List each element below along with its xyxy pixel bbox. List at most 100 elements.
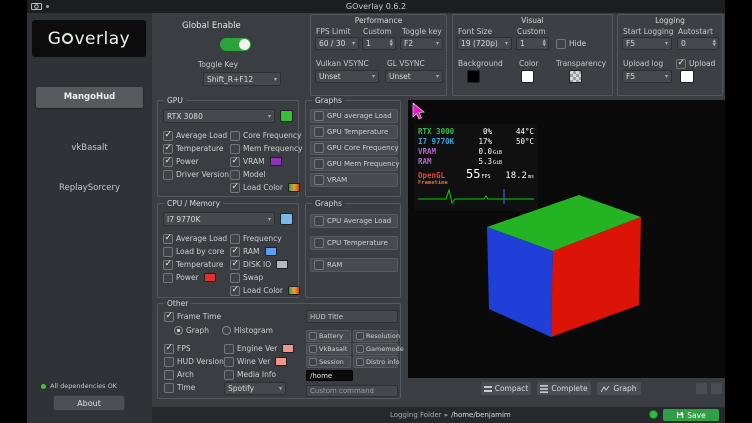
spin-buttons[interactable]: ▲▼ [713, 40, 716, 48]
checkbox-engine-ver[interactable]: Engine Ver [224, 342, 294, 355]
checkbox-box[interactable] [163, 260, 173, 270]
graph-radio[interactable]: Graph [174, 324, 209, 337]
checkbox-battery[interactable]: Battery [306, 330, 351, 342]
checkbox-box[interactable] [163, 273, 173, 283]
gpu-device-select[interactable]: RTX 3080 ▾ [163, 109, 275, 123]
sidebar-item-vkbasalt[interactable]: vkBasalt [27, 143, 152, 153]
radio-button[interactable] [222, 326, 231, 335]
checkbox-box[interactable] [164, 370, 174, 380]
vulkan-vsync-select[interactable]: Unset ▾ [315, 70, 379, 83]
color-swatch[interactable] [270, 157, 282, 166]
checkbox-wine-ver[interactable]: Wine Ver [224, 355, 294, 368]
color-swatch[interactable] [282, 344, 294, 353]
color-swatch[interactable] [288, 286, 300, 295]
checkbox-box[interactable] [356, 345, 364, 353]
checkbox-box[interactable] [164, 312, 174, 322]
frame-time-checkbox[interactable]: Frame Time [164, 310, 221, 323]
checkbox-model[interactable]: Model [230, 168, 303, 181]
gpu-color-swatch[interactable] [280, 110, 293, 122]
sidebar-item-replaysorcery[interactable]: ReplaySorcery [27, 183, 152, 193]
spin-buttons[interactable]: ▲▼ [390, 40, 393, 48]
checkbox-session[interactable]: Session [306, 356, 351, 368]
checkbox-box[interactable] [224, 344, 234, 354]
hud-title-input[interactable] [306, 310, 398, 323]
checkbox-load-color[interactable]: Load Color [230, 181, 303, 194]
checkbox-box[interactable] [164, 357, 174, 367]
checkbox-gpu-core-frequency[interactable]: GPU Core Frequency [310, 141, 398, 155]
home-path-box[interactable]: /home [306, 370, 353, 381]
checkbox-ram[interactable]: RAM [230, 245, 300, 258]
checkbox-vkbasalt[interactable]: VkBasalt [306, 343, 351, 355]
checkbox-gpu-average-load[interactable]: GPU average Load [310, 109, 398, 123]
gl-vsync-select[interactable]: Unset ▾ [385, 70, 443, 83]
checkbox-box[interactable] [230, 170, 240, 180]
toggle-key-select[interactable]: Shift_R+F12 ▾ [203, 72, 281, 86]
checkbox-box[interactable] [314, 216, 324, 226]
compact-button[interactable]: Compact [480, 381, 532, 396]
checkbox-average-load[interactable]: Average Load [163, 129, 229, 142]
checkbox-cpu-average-load[interactable]: CPU Average Load [310, 214, 398, 228]
checkbox-load-color[interactable]: Load Color [230, 284, 300, 297]
logging-folder-value[interactable]: /home/benjamim [451, 411, 511, 419]
checkbox-box[interactable] [163, 144, 173, 154]
checkbox-box[interactable] [230, 273, 240, 283]
checkbox-box[interactable] [314, 159, 324, 169]
fps-toggle-key-select[interactable]: F2 ▾ [400, 37, 443, 50]
checkbox-box[interactable] [314, 111, 324, 121]
checkbox-box[interactable] [163, 247, 173, 257]
checkbox-vram[interactable]: VRAM [310, 173, 398, 187]
radio-button[interactable] [174, 326, 183, 335]
background-color-swatch[interactable] [467, 70, 480, 83]
upload-checkbox[interactable]: Upload [676, 57, 715, 70]
checkbox-fps[interactable]: FPS [164, 342, 224, 355]
histogram-radio[interactable]: Histogram [222, 324, 273, 337]
checkbox-box[interactable] [164, 344, 174, 354]
color-swatch[interactable] [275, 357, 287, 366]
checkbox-box[interactable] [314, 238, 324, 248]
checkbox-ram[interactable]: RAM [310, 258, 398, 272]
text-color-swatch[interactable] [521, 70, 534, 83]
checkbox-media-info[interactable]: Media Info [224, 368, 294, 381]
checkbox-distro-info[interactable]: Distro info [353, 356, 398, 368]
checkbox-box[interactable] [556, 39, 566, 49]
start-logging-select[interactable]: F5 ▾ [622, 37, 672, 50]
checkbox-box[interactable] [314, 127, 324, 137]
checkbox-box[interactable] [314, 143, 324, 153]
checkbox-load-by-core[interactable]: Load by core [163, 245, 227, 258]
font-size-select[interactable]: 19 (720p) ▾ [457, 37, 512, 50]
upload-target-button[interactable] [680, 70, 694, 83]
spin-buttons[interactable]: ▲▼ [543, 40, 546, 48]
cpu-device-select[interactable]: I7 9770K ▾ [163, 212, 275, 226]
checkbox-box[interactable] [164, 383, 174, 393]
spin-down-icon[interactable]: ▼ [713, 44, 716, 48]
complete-button[interactable]: Complete [536, 381, 592, 396]
checkbox-gpu-temperature[interactable]: GPU Temperature [310, 125, 398, 139]
spin-down-icon[interactable]: ▼ [543, 44, 546, 48]
fps-custom-spinbox[interactable]: 1 ▲▼ [362, 37, 396, 50]
checkbox-arch[interactable]: Arch [164, 368, 224, 381]
checkbox-box[interactable] [356, 332, 364, 340]
checkbox-hud-version[interactable]: HUD Version [164, 355, 224, 368]
checkbox-box[interactable] [230, 286, 240, 296]
checkbox-mem-frequency[interactable]: Mem Frequency [230, 142, 303, 155]
checkbox-temperature[interactable]: Temperature [163, 142, 229, 155]
checkbox-box[interactable] [230, 183, 240, 193]
checkbox-box[interactable] [309, 345, 317, 353]
custom-command-input[interactable] [306, 385, 398, 397]
checkbox-box[interactable] [309, 358, 317, 366]
checkbox-box[interactable] [163, 234, 173, 244]
checkbox-average-load[interactable]: Average Load [163, 232, 227, 245]
hide-checkbox[interactable]: Hide [556, 37, 586, 50]
upload-log-select[interactable]: F5 ▾ [622, 70, 672, 83]
checkbox-frequency[interactable]: Frequency [230, 232, 300, 245]
title-bar[interactable]: GOverlay 0.6.2 [27, 0, 725, 13]
about-button[interactable]: About [53, 395, 125, 411]
checkbox-box[interactable] [230, 157, 240, 167]
checkbox-box[interactable] [230, 131, 240, 141]
media-player-select[interactable]: Spotify ▾ [224, 382, 286, 395]
cpu-color-swatch[interactable] [280, 213, 293, 225]
checkbox-box[interactable] [230, 247, 240, 257]
autostart-spinbox[interactable]: 0 ▲▼ [677, 37, 719, 50]
transparency-button[interactable] [569, 70, 582, 83]
checkbox-box[interactable] [314, 175, 324, 185]
